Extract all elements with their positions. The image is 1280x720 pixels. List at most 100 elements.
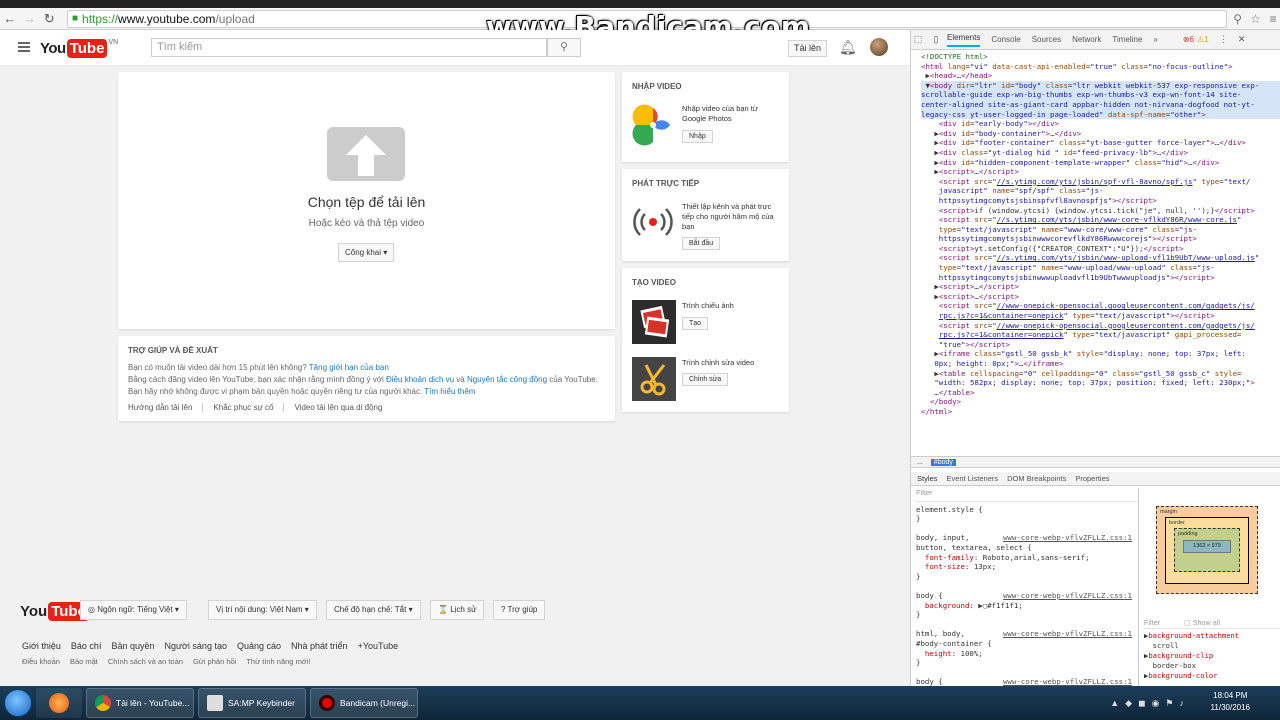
devtools-menu-icon[interactable]: ⋮ xyxy=(1217,34,1231,45)
reload-icon[interactable]: ↻ xyxy=(39,11,59,27)
tab-timeline[interactable]: Timeline xyxy=(1112,35,1142,44)
slideshow-create-button[interactable]: Tạo xyxy=(682,317,709,330)
more-tabs-icon[interactable]: » xyxy=(1153,35,1157,44)
taskbar-bandicam-window[interactable]: Bandicam (Unregi... xyxy=(310,688,418,718)
hamburger-menu-icon[interactable] xyxy=(18,42,30,52)
upload-dropzone[interactable]: Chọn tệp để tải lên Hoặc kéo và thả tệp … xyxy=(118,72,615,329)
tab-network[interactable]: Network xyxy=(1072,35,1101,44)
footer-link-developers[interactable]: Nhà phát triển xyxy=(291,641,348,651)
footer-link-creators[interactable]: Người sáng tạo xyxy=(165,641,227,651)
styles-pane[interactable]: Filter element.style { } body, input, www… xyxy=(911,488,1139,686)
learn-more-link[interactable]: Tìm hiểu thêm xyxy=(424,387,475,396)
taskbar-keybinder-label: SA:MP Keybinder xyxy=(228,698,295,708)
logo-you: You xyxy=(40,40,66,57)
browser-menu-icon[interactable]: ≡ xyxy=(1266,12,1280,26)
slideshow-thumbnail[interactable] xyxy=(632,300,676,344)
history-button[interactable]: ⌛ Lịch sử xyxy=(430,600,485,620)
search-input[interactable]: Tìm kiếm xyxy=(151,38,547,57)
language-label: Ngôn ngữ: Tiếng Việt xyxy=(97,605,173,614)
import-button[interactable]: Nhập xyxy=(682,130,713,143)
terms-link[interactable]: Điều khoản dịch vụ xyxy=(386,375,454,384)
search-button[interactable]: ⚲ xyxy=(547,38,581,57)
url-scheme: https:// xyxy=(82,11,119,26)
clock-time: 18:04 PM xyxy=(1213,691,1248,700)
crumb-body[interactable]: #body xyxy=(930,459,956,466)
box-content-size: 1362 × 979 xyxy=(1183,540,1231,553)
windows-start-icon[interactable] xyxy=(4,689,32,717)
devtools-tab-bar: ⬚ ▯ Elements Console Sources Network Tim… xyxy=(911,30,1280,50)
crumb-dots[interactable]: ... xyxy=(917,459,923,466)
import-video-card: NHẬP VIDEO Nhập video của bạn từ Google … xyxy=(622,72,789,162)
scissors-icon xyxy=(632,357,676,401)
footer-link-plus-youtube[interactable]: +YouTube xyxy=(358,641,399,651)
youtube-logo[interactable]: You Tube VN xyxy=(40,39,118,58)
taskbar-chrome-label: Tải lên - YouTube... xyxy=(116,698,190,708)
footer-link-try-new[interactable]: Thử tính năng mới! xyxy=(246,657,310,666)
avatar[interactable] xyxy=(870,38,888,56)
help-line-2-text: Bằng cách đăng video lên YouTube, bạn xá… xyxy=(128,375,387,384)
help-line-1: Bạn có muốn tải video dài hơn 15 phút lê… xyxy=(128,363,389,372)
star-icon[interactable]: ☆ xyxy=(1249,12,1263,26)
notification-bell-icon[interactable]: 🔔︎ xyxy=(839,39,857,56)
tab-dom-breakpoints[interactable]: DOM Breakpoints xyxy=(1007,474,1066,483)
windows-taskbar: Tải lên - YouTube... SA:MP Keybinder Ban… xyxy=(0,686,1280,720)
footer-link-press[interactable]: Báo chí xyxy=(71,641,102,651)
error-count[interactable]: ⊗6 xyxy=(1183,35,1194,44)
restricted-mode-button[interactable]: Chế độ hạn chế: Tắt ▾ xyxy=(326,600,421,620)
styles-filter-input[interactable]: Filter xyxy=(916,488,1138,502)
footer-link-feedback[interactable]: Gửi phản hồi xyxy=(193,657,236,666)
live-start-button[interactable]: Bắt đầu xyxy=(682,237,721,250)
back-arrow-icon[interactable]: ← xyxy=(0,11,20,26)
tab-elements[interactable]: Elements xyxy=(947,33,981,47)
upload-arrow-icon[interactable] xyxy=(327,127,405,181)
show-all-checkbox[interactable]: Show all xyxy=(1193,618,1220,627)
upload-button[interactable]: Tải lên xyxy=(788,40,828,57)
tab-event-listeners[interactable]: Event Listeners xyxy=(946,474,998,483)
editor-button[interactable]: Chỉnh sửa xyxy=(682,373,729,386)
tab-properties[interactable]: Properties xyxy=(1075,474,1109,483)
pinned-app-icon[interactable] xyxy=(36,688,82,718)
window-top-bar xyxy=(0,0,1280,8)
taskbar-chrome-window[interactable]: Tải lên - YouTube... xyxy=(86,688,194,718)
taskbar-keybinder-window[interactable]: SA:MP Keybinder xyxy=(198,688,306,718)
url-path: /upload xyxy=(215,11,255,26)
footer-link-privacy[interactable]: Bảo mật xyxy=(70,657,98,666)
footer-link-advertise[interactable]: Quảng cáo xyxy=(237,641,281,651)
pin-icon[interactable]: ⚲ xyxy=(1231,12,1245,26)
help-line-3-text: Bạn hãy nhớ không được vi phạm bản quyền… xyxy=(128,387,425,396)
youtube-header: You Tube VN Tìm kiếm ⚲ Tải lên 🔔︎ xyxy=(0,30,910,66)
footer-youtube-logo[interactable]: You Tube xyxy=(20,602,89,621)
live-text: Thiết lập kênh và phát trực tiếp cho ngư… xyxy=(682,202,774,231)
language-button[interactable]: ◎ Ngôn ngữ: Tiếng Việt ▾ xyxy=(80,600,187,620)
upload-guide-link[interactable]: Hướng dẫn tải lên xyxy=(128,403,202,412)
editor-thumbnail[interactable] xyxy=(632,357,676,401)
computed-filter-input[interactable]: Filter ▢ Show all xyxy=(1144,618,1280,629)
dom-tree[interactable]: <!DOCTYPE html> <html lang="vi" data-cas… xyxy=(911,52,1280,460)
location-button[interactable]: Vị trí nội dung: Việt Nam ▾ xyxy=(208,600,317,620)
tab-console[interactable]: Console xyxy=(991,35,1020,44)
device-icon[interactable]: ▯ xyxy=(929,34,943,45)
computed-pane[interactable]: Filter ▢ Show all ▶background-attachment … xyxy=(1140,618,1280,686)
inspect-icon[interactable]: ⬚ xyxy=(911,34,925,45)
footer-link-copyright[interactable]: Bản quyền xyxy=(111,641,154,651)
community-guidelines-link[interactable]: Nguyên tắc cộng đồng xyxy=(467,375,547,384)
forward-arrow-icon[interactable]: → xyxy=(20,11,40,26)
warning-count[interactable]: ⚠1 xyxy=(1197,35,1209,44)
tab-styles[interactable]: Styles xyxy=(917,474,937,483)
close-icon[interactable]: ✕ xyxy=(1235,34,1249,45)
footer-link-terms[interactable]: Điều khoản xyxy=(22,657,60,666)
tab-sources[interactable]: Sources xyxy=(1032,35,1061,44)
increase-limit-link[interactable]: Tăng giới hạn của bạn xyxy=(309,363,389,372)
devtools-panel: ⬚ ▯ Elements Console Sources Network Tim… xyxy=(910,30,1280,686)
footer-link-policy[interactable]: Chính sách và an toàn xyxy=(108,657,183,666)
taskbar-clock[interactable]: 18:04 PM 11/30/2016 xyxy=(1211,690,1250,714)
chevron-down-icon: ▾ xyxy=(302,605,309,614)
privacy-select[interactable]: Công khai ▾ xyxy=(338,243,395,262)
location-label: Vị trí nội dung: Việt Nam xyxy=(216,605,303,614)
system-tray-icons[interactable]: ▲◆◼◉⚑♪ xyxy=(1110,698,1190,709)
box-model-diagram: margin border padding 1362 × 979 xyxy=(1156,506,1258,594)
footer-link-about[interactable]: Giới thiệu xyxy=(22,641,61,651)
troubleshoot-link[interactable]: Khắc phục sự cố xyxy=(202,403,283,412)
mobile-upload-link[interactable]: Video tải lên qua di động xyxy=(283,403,392,412)
help-button[interactable]: ? Trợ giúp xyxy=(493,600,546,620)
